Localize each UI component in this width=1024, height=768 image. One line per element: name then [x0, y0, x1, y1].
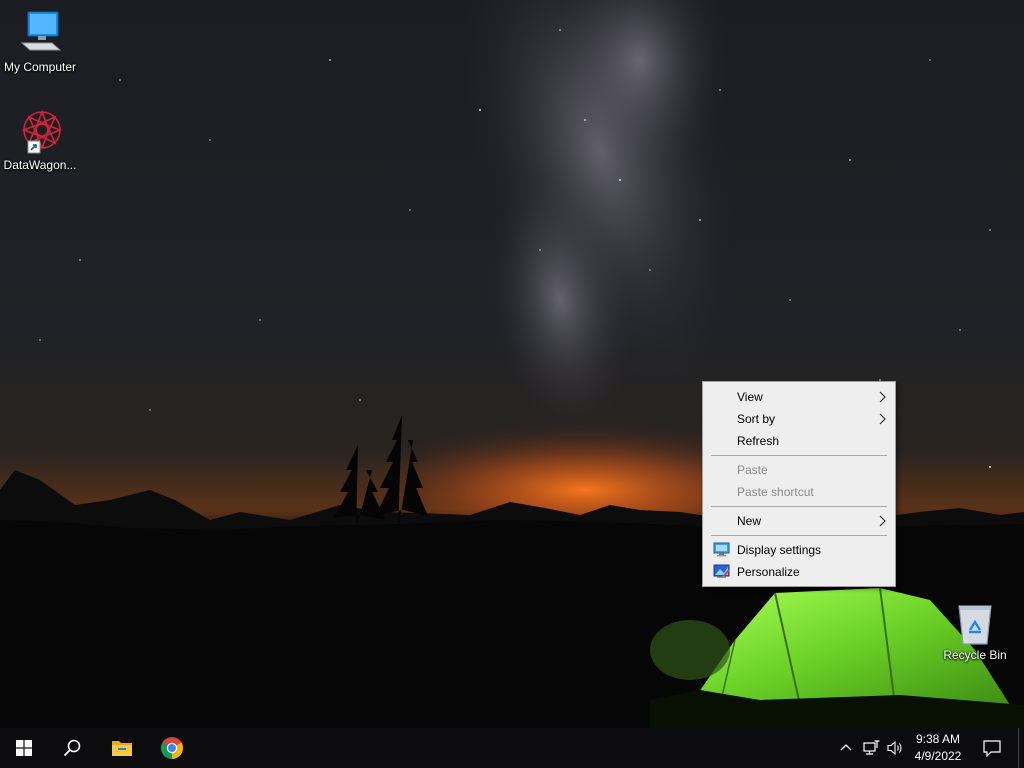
desktop-icon-my-computer[interactable]: My Computer	[0, 10, 80, 74]
tray-clock[interactable]: 9:38 AM 4/9/2022	[910, 728, 966, 768]
start-button[interactable]	[0, 728, 48, 768]
menu-item-refresh[interactable]: Refresh	[705, 430, 893, 452]
menu-item-sort-by[interactable]: Sort by	[705, 408, 893, 430]
desktop-icon-recycle-bin[interactable]: Recycle Bin	[935, 602, 1015, 662]
menu-item-label: Sort by	[737, 412, 776, 426]
chevron-up-icon	[840, 744, 852, 751]
personalize-icon	[713, 564, 730, 578]
desktop-icon-label: Recycle Bin	[943, 648, 1007, 662]
datawagon-icon	[16, 108, 64, 156]
menu-item-label: View	[737, 390, 763, 404]
menu-item-new[interactable]: New	[705, 510, 893, 532]
taskbar-chrome[interactable]	[148, 728, 196, 768]
chevron-right-icon	[879, 391, 886, 403]
file-explorer-icon	[112, 741, 132, 756]
taskbar-file-explorer[interactable]	[98, 728, 146, 768]
show-desktop-button[interactable]	[1018, 728, 1019, 768]
menu-separator	[711, 535, 887, 536]
chevron-right-icon	[879, 413, 886, 425]
display-settings-icon	[713, 542, 730, 557]
chrome-icon	[161, 737, 183, 759]
tray-show-hidden-icons[interactable]	[836, 728, 856, 768]
computer-icon	[16, 10, 64, 58]
menu-separator	[711, 455, 887, 456]
volume-icon	[887, 740, 902, 756]
menu-item-paste: Paste	[705, 459, 893, 481]
search-button[interactable]	[48, 728, 96, 768]
desktop-wallpaper[interactable]	[0, 0, 1024, 728]
menu-item-label: New	[737, 514, 762, 528]
menu-item-label: Display settings	[737, 543, 822, 557]
taskbar: 9:38 AM 4/9/2022	[0, 728, 1024, 768]
start-icon	[16, 740, 32, 756]
menu-item-label: Paste shortcut	[737, 485, 814, 499]
desktop-icon-label: My Computer	[3, 60, 77, 74]
recycle-bin-icon	[951, 602, 999, 646]
menu-item-view[interactable]: View	[705, 386, 893, 408]
menu-item-label: Paste	[737, 463, 768, 477]
action-center-button[interactable]	[976, 728, 1008, 768]
desktop-icon-datawagon[interactable]: DataWagon...	[0, 108, 80, 172]
desktop-context-menu: View Sort by Refresh Paste Paste shortcu…	[702, 381, 896, 587]
clock-date: 4/9/2022	[914, 749, 962, 763]
tray-volume[interactable]	[884, 728, 908, 768]
menu-item-label: Refresh	[737, 434, 780, 448]
chevron-right-icon	[879, 515, 886, 527]
desktop-icon-label: DataWagon...	[3, 158, 77, 172]
menu-item-display-settings[interactable]: Display settings	[705, 539, 893, 561]
network-icon	[863, 740, 880, 755]
search-icon	[63, 739, 81, 757]
clock-time: 9:38 AM	[915, 732, 961, 746]
notification-icon	[983, 740, 1001, 757]
tray-network[interactable]	[860, 728, 884, 768]
menu-item-personalize[interactable]: Personalize	[705, 561, 893, 583]
menu-separator	[711, 506, 887, 507]
menu-item-paste-shortcut: Paste shortcut	[705, 481, 893, 503]
menu-item-label: Personalize	[737, 565, 800, 579]
